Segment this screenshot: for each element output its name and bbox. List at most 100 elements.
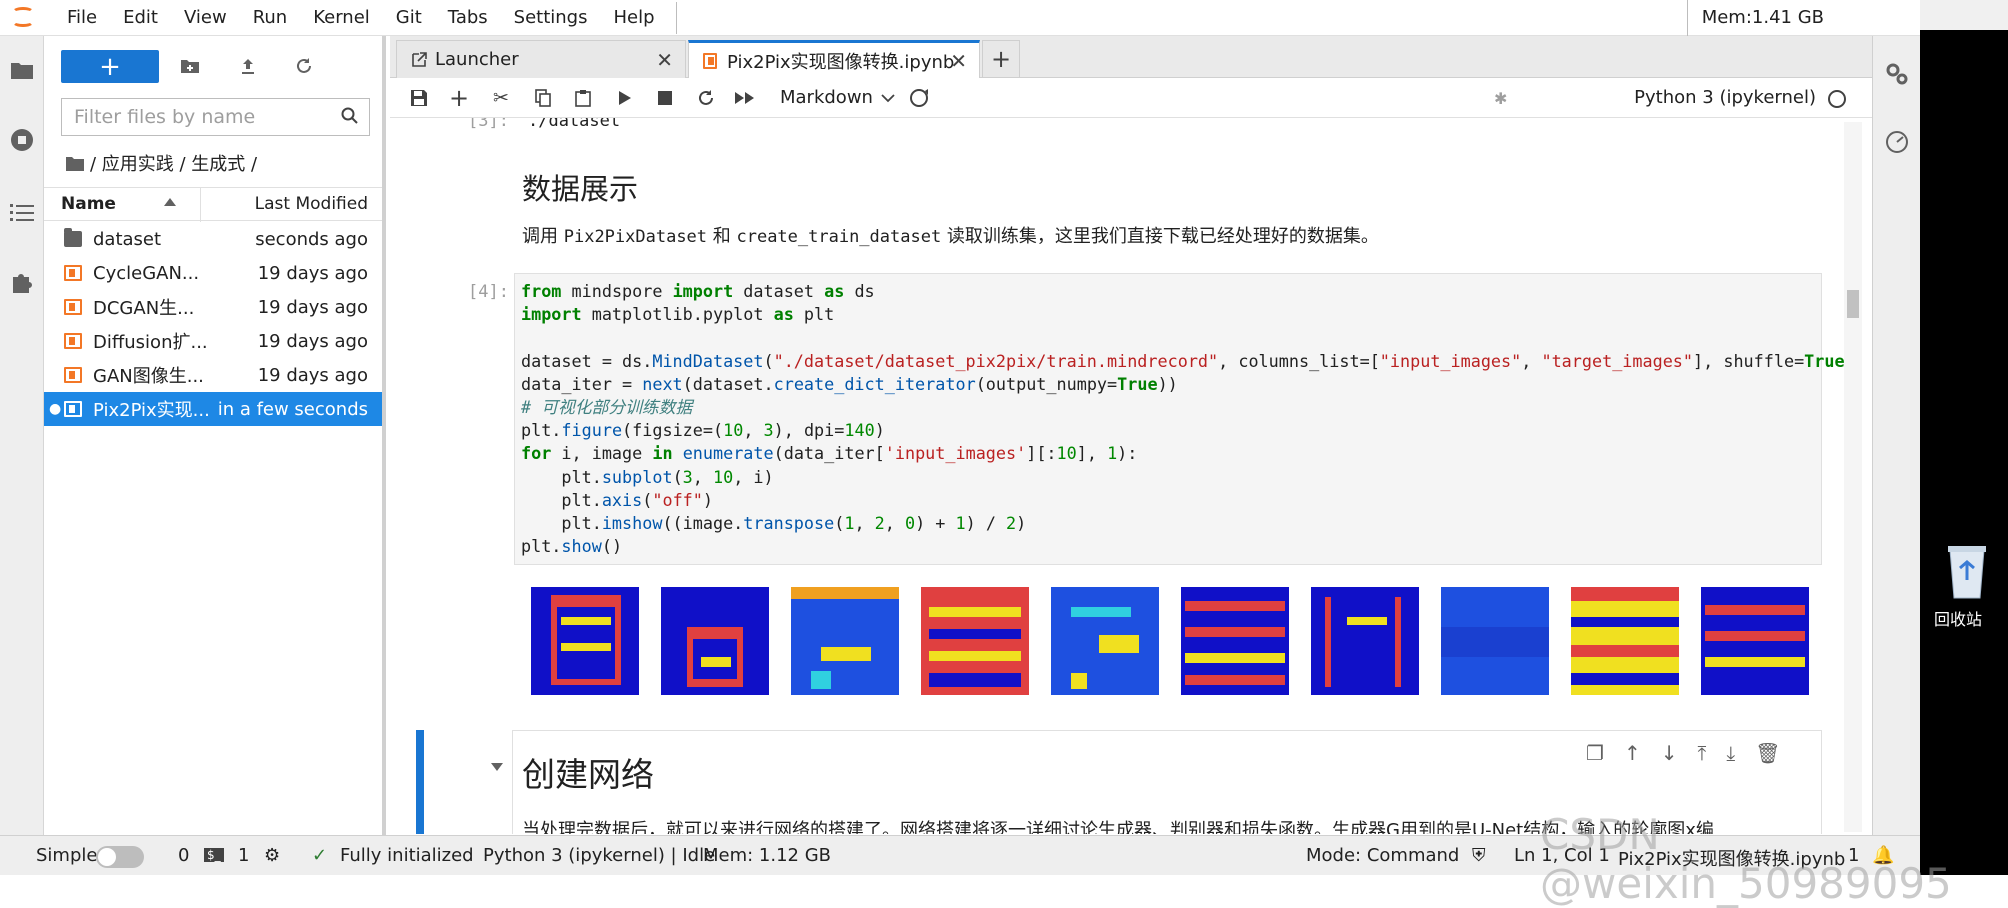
file-row-gan[interactable]: GAN图像生... 19 days ago <box>44 358 382 392</box>
property-inspector-icon[interactable] <box>1883 60 1911 88</box>
kernel-status[interactable]: Python 3 (ipykernel) | Idle <box>483 845 715 866</box>
breadcrumb-path[interactable]: / 应用实践 / 生成式 / <box>90 150 257 176</box>
file-name: CycleGAN... <box>93 262 200 284</box>
output-image <box>1181 587 1289 695</box>
output-image <box>1311 587 1419 695</box>
output-image <box>531 587 639 695</box>
cell-type-dropdown[interactable]: Markdown <box>780 87 895 108</box>
cut-icon[interactable]: ✂ <box>488 85 514 111</box>
new-folder-icon[interactable] <box>176 52 204 80</box>
new-launcher-button[interactable]: + <box>61 50 159 83</box>
duplicate-icon[interactable]: ❐ <box>1586 741 1604 765</box>
insert-above-icon[interactable]: ⤒ <box>1697 741 1706 765</box>
menu-help[interactable]: Help <box>600 0 667 36</box>
notebook-icon <box>64 299 82 315</box>
breadcrumb[interactable]: / 应用实践 / 生成式 / <box>66 150 257 176</box>
filter-placeholder: Filter files by name <box>74 106 256 128</box>
output-image <box>1051 587 1159 695</box>
markdown-paragraph: 调用 Pix2PixDataset 和 create_train_dataset… <box>522 222 1379 248</box>
kernel-name[interactable]: Python 3 (ipykernel) <box>1634 87 1816 108</box>
toc-icon[interactable] <box>8 198 36 226</box>
memory-indicator: Mem:1.41 GB <box>1686 0 1824 36</box>
filter-files-input[interactable]: Filter files by name <box>61 98 370 136</box>
lsp-status[interactable]: Fully initialized <box>340 845 474 866</box>
tab-notebook[interactable]: Pix2Pix实现图像转换.ipynb ✕ <box>688 40 980 78</box>
home-folder-icon[interactable] <box>66 156 84 171</box>
move-down-icon[interactable]: ↓ <box>1661 741 1678 765</box>
column-last-modified[interactable]: Last Modified <box>255 194 368 214</box>
menu-file[interactable]: File <box>54 0 110 36</box>
file-browser: + Filter files by name / 应用实践 / 生成式 / Na… <box>44 36 386 836</box>
terminal-count[interactable]: 0 <box>178 845 189 866</box>
upload-icon[interactable] <box>234 52 262 80</box>
refresh-icon[interactable] <box>290 52 318 80</box>
extension-icon[interactable] <box>8 269 36 297</box>
add-tab-button[interactable]: + <box>982 40 1020 78</box>
delete-icon[interactable]: 🗑 <box>1755 741 1780 765</box>
terminal-icon[interactable]: $_ <box>204 848 224 862</box>
trust-shield-icon[interactable]: ⛨ <box>1472 845 1486 866</box>
paste-icon[interactable] <box>570 85 596 111</box>
memory-status: Mem: 1.12 GB <box>703 845 832 866</box>
inline-code: create_train_dataset <box>736 227 942 247</box>
file-row-dataset[interactable]: dataset seconds ago <box>44 222 382 256</box>
left-activity-bar <box>0 36 44 836</box>
notebook-panel: [3]: ./dataset 数据展示 调用 Pix2PixDataset 和 … <box>390 118 1872 834</box>
file-row-dcgan[interactable]: DCGAN生... 19 days ago <box>44 290 382 324</box>
heading-create-network: 创建网络 <box>522 755 654 794</box>
file-modified: in a few seconds <box>217 398 368 420</box>
menu-kernel[interactable]: Kernel <box>300 0 383 36</box>
collapse-caret-icon[interactable] <box>490 762 504 772</box>
restart-icon[interactable] <box>693 85 719 111</box>
initialized-icon: ✓ <box>312 845 328 866</box>
menu-view[interactable]: View <box>171 0 240 36</box>
file-name: Diffusion扩... <box>93 332 208 353</box>
insert-below-icon[interactable]: ⤓ <box>1726 741 1735 765</box>
file-name: Pix2Pix实现... <box>93 400 210 421</box>
menu-git[interactable]: Git <box>383 0 435 36</box>
scrollbar-thumb[interactable] <box>1847 290 1859 318</box>
menu-settings[interactable]: Settings <box>501 0 601 36</box>
tab-label: Launcher <box>435 49 519 70</box>
folder-icon[interactable] <box>8 56 36 84</box>
folder-icon <box>64 228 82 247</box>
copy-icon[interactable] <box>530 85 556 111</box>
file-modified: seconds ago <box>255 228 368 250</box>
close-icon[interactable]: ✕ <box>950 49 967 73</box>
notebook-icon <box>64 333 82 349</box>
kernel-gear-icon[interactable]: ⚙ <box>264 845 280 866</box>
output-image <box>661 587 769 695</box>
debugger-gauge-icon[interactable] <box>1883 128 1911 156</box>
column-name[interactable]: Name <box>61 194 116 214</box>
save-icon[interactable] <box>406 85 432 111</box>
recycle-bin-icon[interactable] <box>1942 540 1992 600</box>
scrollbar[interactable] <box>1844 122 1862 832</box>
git-icon[interactable] <box>906 85 932 111</box>
move-up-icon[interactable]: ↑ <box>1624 741 1641 765</box>
close-icon[interactable]: ✕ <box>656 48 673 72</box>
insert-cell-icon[interactable]: + <box>446 84 472 112</box>
running-icon[interactable] <box>8 126 36 154</box>
menu-tabs[interactable]: Tabs <box>435 0 501 36</box>
menu-run[interactable]: Run <box>240 0 301 36</box>
fast-forward-icon[interactable] <box>732 85 758 111</box>
tab-launcher[interactable]: Launcher ✕ <box>396 40 686 78</box>
chevron-down-icon <box>881 93 895 102</box>
run-icon[interactable] <box>612 85 638 111</box>
para-text: 读取训练集，这里我们直接下载已经处理好的数据集。 <box>941 226 1379 247</box>
notebook-toolbar: + ✂ Markdown ✱ Python 3 (ipykernel) <box>390 79 1872 118</box>
code-cell-editor[interactable]: from mindspore import dataset as ds impo… <box>514 273 1855 565</box>
debugger-icon[interactable]: ✱ <box>1494 89 1514 109</box>
notebook-icon <box>64 265 82 281</box>
stop-icon[interactable] <box>652 85 678 111</box>
file-row-pix2pix[interactable]: ● Pix2Pix实现... in a few seconds <box>44 392 382 426</box>
simple-mode-toggle[interactable] <box>96 846 144 868</box>
file-name: dataset <box>93 228 162 250</box>
launcher-icon <box>412 51 427 67</box>
command-mode: Mode: Command <box>1306 845 1460 866</box>
file-modified: 19 days ago <box>257 364 368 386</box>
file-row-diffusion[interactable]: Diffusion扩... 19 days ago <box>44 324 382 358</box>
file-row-cyclegan[interactable]: CycleGAN... 19 days ago <box>44 256 382 290</box>
kernel-count[interactable]: 1 <box>238 845 249 866</box>
menu-edit[interactable]: Edit <box>110 0 171 36</box>
